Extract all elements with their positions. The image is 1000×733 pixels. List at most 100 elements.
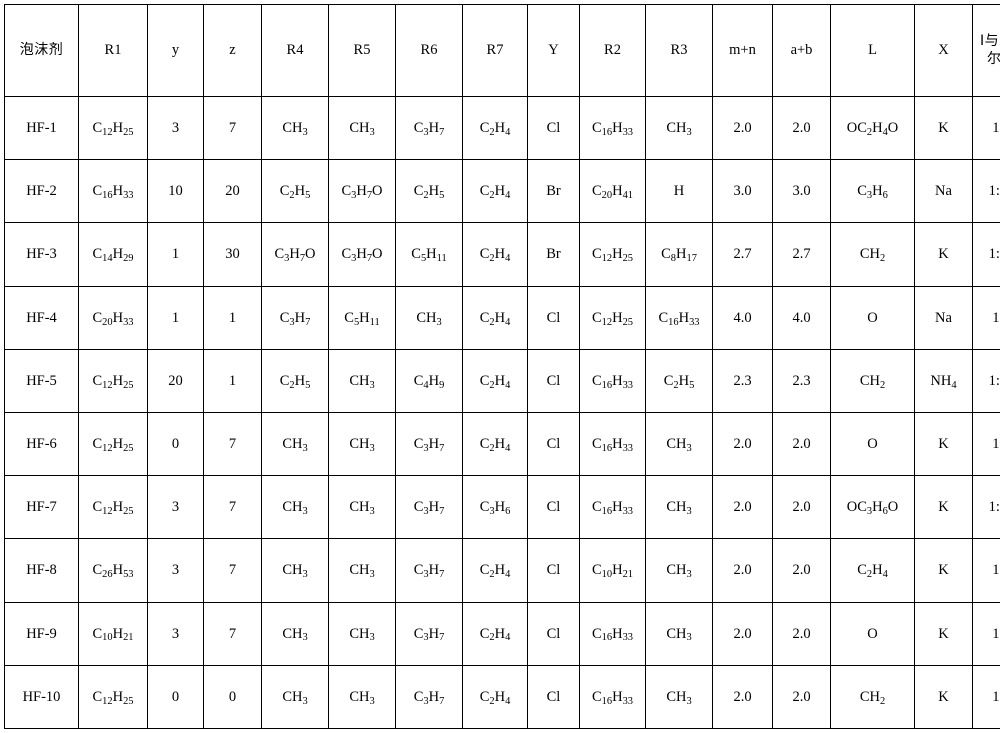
table-cell: C12H25 — [78, 411, 148, 477]
cell-value: NH4 — [930, 372, 957, 391]
cell-value: Br — [546, 183, 561, 200]
table-cell: C3H7O — [328, 222, 396, 287]
cell-value: CH3 — [349, 120, 375, 138]
table-cell: C20H41 — [579, 159, 646, 224]
cell-value: C2H4 — [479, 562, 511, 581]
table-row: HF-9 C10H21 3 7 CH3 CH3 C3H7 C2H4 Cl C16H33 CH3 2.0… — [4, 601, 1000, 666]
cell-value: C3H7 — [413, 120, 445, 138]
cell-value: K — [938, 562, 949, 579]
table-cell: Na — [914, 285, 973, 350]
table-cell: C2H4 — [462, 664, 528, 730]
cell-value: Cl — [546, 562, 561, 579]
table-cell: C8H17 — [645, 222, 713, 287]
cell-value: CH3 — [416, 309, 442, 328]
column-header-label: a+b — [790, 42, 813, 59]
cell-value: C2H4 — [479, 625, 511, 644]
cell-value: 1:2 — [992, 435, 1000, 452]
table-cell: 2.0 — [772, 664, 831, 730]
table-cell: 2.0 — [712, 664, 773, 730]
table-cell: C2H5 — [645, 348, 713, 413]
cell-value: CH3 — [666, 435, 692, 454]
table-cell: OC2H4O — [830, 95, 915, 161]
table-cell: C20H33 — [78, 285, 148, 350]
cell-value: CH3 — [349, 625, 375, 644]
cell-value: C2H5 — [413, 183, 445, 202]
cell-value: OC2H4O — [846, 120, 899, 138]
table-cell: CH3 — [261, 475, 329, 540]
cell-value: CH3 — [349, 372, 375, 391]
table-cell: C2H5 — [261, 348, 329, 413]
table-cell: C10H21 — [78, 601, 148, 666]
cell-value: C3H7 — [413, 688, 445, 707]
table-cell: C2H4 — [462, 95, 528, 161]
table-header: 泡沫剂 R1 y z R4 R5 R6 R7 Y R2 R3 m+n a+b L X I与II摩尔比 — [4, 4, 1000, 97]
table-cell: 3.0 — [712, 159, 773, 224]
table-cell: 1:10 — [972, 159, 1000, 224]
column-header-label: R3 — [670, 42, 688, 59]
cell-value: O — [867, 309, 878, 326]
cell-value: C12H25 — [92, 435, 134, 454]
table-cell: C26H53 — [78, 538, 148, 603]
cell-value: HF-3 — [26, 246, 57, 263]
table-cell: CH3 — [261, 601, 329, 666]
row-label-cell: HF-1 — [4, 95, 79, 161]
cell-value: HF-4 — [26, 309, 57, 326]
cell-value: Cl — [546, 688, 561, 705]
cell-value: C14H29 — [92, 246, 134, 265]
column-header-label: 泡沫剂 — [19, 41, 64, 58]
table-cell: C12H25 — [579, 285, 646, 350]
cell-value: CH3 — [282, 562, 308, 581]
cell-value: 1:2 — [992, 562, 1000, 579]
cell-value: CH3 — [349, 688, 375, 707]
table-cell: CH3 — [395, 285, 463, 350]
cell-value: 1:2 — [992, 688, 1000, 705]
table-cell: Cl — [527, 538, 580, 603]
cell-value: Cl — [546, 120, 561, 137]
cell-value: 2.7 — [792, 246, 811, 263]
cell-value: CH3 — [349, 435, 375, 454]
cell-value: 2.0 — [733, 688, 752, 705]
column-header-12: a+b — [772, 4, 831, 97]
table-cell: 2.0 — [712, 538, 773, 603]
column-header-label: z — [229, 42, 236, 59]
table-row: HF-8 C26H53 3 7 CH3 CH3 C3H7 C2H4 Cl C10H21 CH3 2.0… — [4, 538, 1000, 603]
table-cell: CH3 — [645, 95, 713, 161]
cell-value: 3 — [171, 562, 180, 579]
cell-value: C2H5 — [279, 183, 311, 202]
cell-value: CH3 — [282, 688, 308, 707]
row-label-cell: HF-10 — [4, 664, 79, 730]
column-header-label: I与II摩尔比 — [980, 33, 1000, 67]
column-header-label: m+n — [729, 42, 756, 59]
cell-value: C2H4 — [479, 120, 511, 138]
cell-value: Na — [935, 183, 952, 200]
table-cell: CH3 — [328, 664, 396, 730]
cell-value: C16H33 — [658, 309, 700, 328]
cell-value: C3H7 — [279, 309, 311, 328]
cell-value: C10H21 — [591, 562, 634, 581]
table-cell: Cl — [527, 601, 580, 666]
cell-value: 1:10 — [988, 183, 1000, 200]
cell-value: O — [867, 625, 878, 642]
cell-value: 7 — [228, 435, 237, 452]
cell-value: 4.0 — [792, 309, 811, 326]
table-cell: NH4 — [914, 348, 973, 413]
column-header-label: X — [938, 42, 949, 59]
table-row: HF-4 C20H33 1 1 C3H7 C5H11 CH3 C2H4 Cl C12H25 C16H… — [4, 285, 1000, 350]
cell-value: 0 — [171, 688, 180, 705]
table-cell: 20 — [147, 348, 204, 413]
table-cell: 2.3 — [712, 348, 773, 413]
cell-value: C16H33 — [591, 499, 634, 518]
cell-value: 2.0 — [733, 120, 752, 137]
table-cell: CH3 — [328, 95, 396, 161]
cell-value: Cl — [546, 499, 561, 516]
cell-value: 2.0 — [792, 562, 811, 579]
table-cell: C16H33 — [579, 411, 646, 477]
cell-value: C12H25 — [92, 120, 134, 138]
table-cell: C10H21 — [579, 538, 646, 603]
table-cell: Cl — [527, 285, 580, 350]
cell-value: 1 — [171, 309, 180, 326]
cell-value: O — [867, 435, 878, 452]
cell-value: 1 — [228, 309, 237, 326]
table-cell: 1:05 — [972, 348, 1000, 413]
table-cell: C2H4 — [462, 285, 528, 350]
